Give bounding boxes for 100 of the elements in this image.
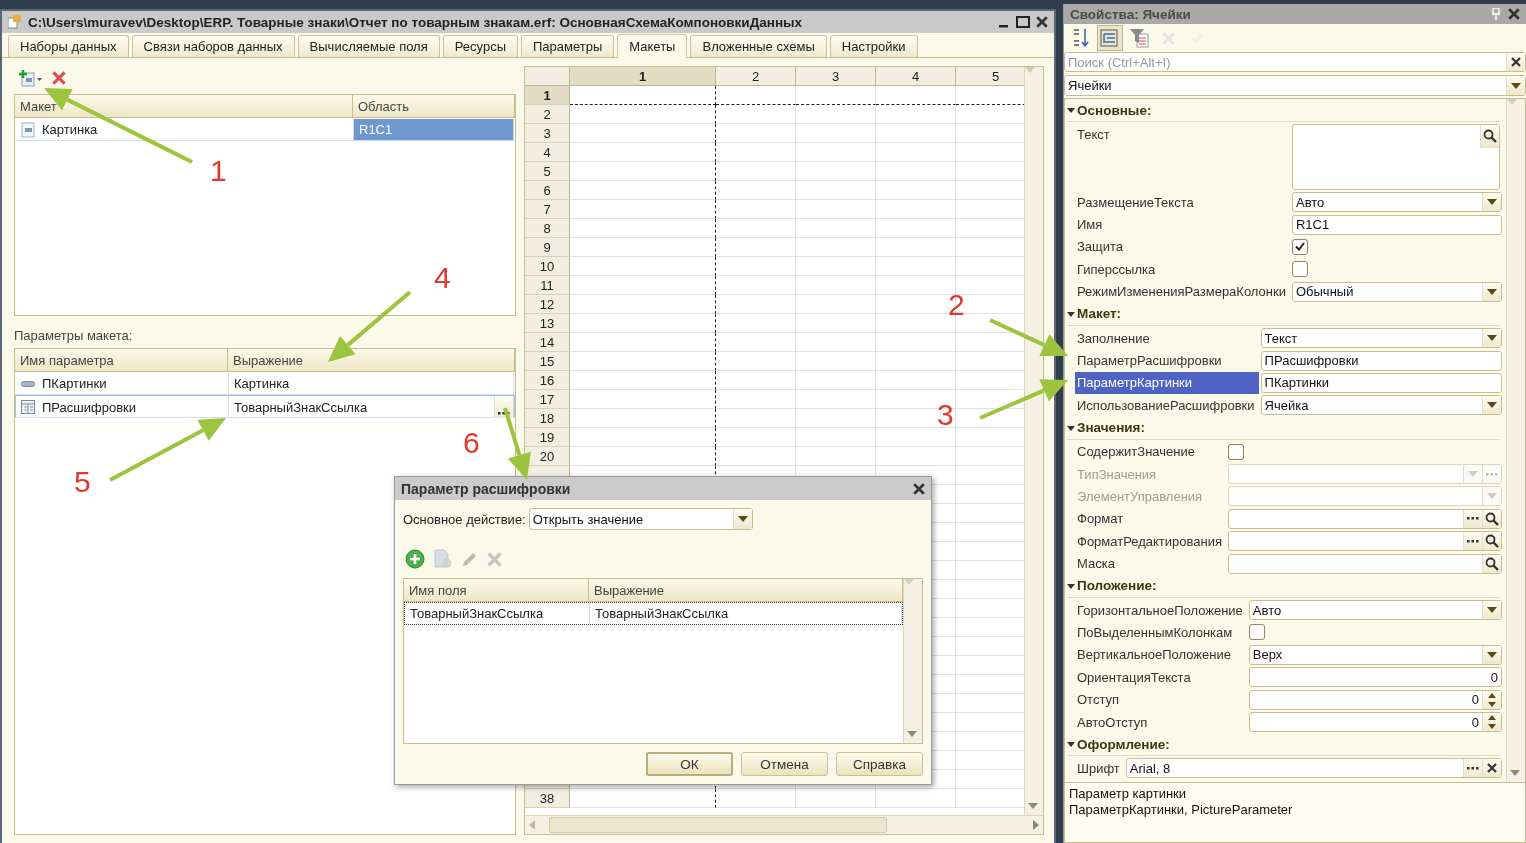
property-label[interactable]: Имя	[1075, 213, 1290, 236]
dialog-button[interactable]: Справка	[836, 752, 923, 776]
text-field[interactable]	[1228, 531, 1502, 552]
close-icon[interactable]	[1508, 8, 1520, 20]
tab[interactable]: Настройки	[829, 35, 918, 57]
select-field[interactable]: Ячейка	[1260, 395, 1502, 416]
clear-icon[interactable]	[1511, 57, 1521, 67]
property-label[interactable]: АвтоОтступ	[1075, 710, 1247, 734]
text-field[interactable]: Arial, 8	[1125, 758, 1502, 779]
property-label[interactable]: ПараметрРасшифровки	[1075, 349, 1259, 372]
select-field[interactable]	[1228, 464, 1502, 485]
spin-icon[interactable]	[1488, 715, 1496, 729]
tab[interactable]: Ресурсы	[442, 35, 518, 57]
close-icon[interactable]	[1036, 16, 1048, 28]
ellipsis-icon[interactable]	[1467, 539, 1479, 543]
tab[interactable]: Вычисляемые поля	[297, 35, 440, 57]
delete-icon[interactable]	[52, 71, 66, 85]
clear-icon[interactable]	[1487, 763, 1497, 774]
table-cell[interactable]: ТоварныйЗнакСсылка	[405, 603, 590, 624]
table-cell[interactable]: ТоварныйЗнакСсылка	[590, 603, 902, 624]
ellipsis-icon[interactable]	[1467, 766, 1479, 770]
property-label[interactable]: ГоризонтальноеПоложение	[1075, 598, 1247, 622]
select-field[interactable]	[1228, 486, 1502, 507]
property-label[interactable]: ФорматРедактирования	[1075, 530, 1227, 553]
table-cell[interactable]: Картинка	[42, 122, 98, 137]
expand-icon[interactable]	[1067, 423, 1075, 432]
select-field[interactable]: Авто	[1291, 192, 1502, 213]
property-label[interactable]: Отступ	[1075, 688, 1247, 711]
search-icon[interactable]	[1485, 534, 1499, 549]
dialog-button[interactable]: ОК	[646, 752, 733, 776]
close-icon[interactable]	[913, 482, 925, 495]
scroll-right-icon[interactable]	[1033, 820, 1039, 830]
checkbox[interactable]	[1291, 261, 1308, 278]
table-cell[interactable]: ПКартинки	[42, 376, 107, 391]
tab[interactable]: Наборы данных	[8, 35, 129, 57]
select-field[interactable]: Открыть значение	[528, 508, 753, 530]
grid-cell[interactable]	[570, 333, 716, 352]
property-label[interactable]: Формат	[1075, 507, 1227, 531]
grid-cell[interactable]	[570, 162, 716, 181]
number-field[interactable]: 0	[1248, 712, 1502, 732]
grid-cell[interactable]	[570, 789, 716, 808]
property-label[interactable]: Заполнение	[1075, 326, 1259, 350]
number-field[interactable]: 0	[1248, 689, 1502, 710]
grid-cell[interactable]	[570, 219, 716, 238]
select-field[interactable]: Верх	[1248, 644, 1502, 665]
grid-cell[interactable]	[570, 86, 716, 105]
property-label[interactable]: ОриентацияТекста	[1075, 666, 1247, 689]
property-label[interactable]: ПоВыделеннымКолонкам	[1075, 621, 1247, 644]
grid-cell[interactable]	[570, 314, 716, 333]
ellipsis-icon[interactable]	[1467, 517, 1479, 521]
maximize-icon[interactable]	[1016, 16, 1030, 28]
checkbox[interactable]	[1291, 238, 1308, 255]
grid-cell[interactable]	[570, 352, 716, 371]
search-icon[interactable]	[1483, 129, 1497, 143]
property-label[interactable]: Шрифт	[1075, 757, 1124, 780]
add-icon[interactable]	[405, 549, 425, 569]
select-field[interactable]: Ячейки	[1064, 75, 1526, 96]
grid-cell[interactable]	[570, 276, 716, 295]
grid-cell[interactable]	[570, 181, 716, 200]
text-field[interactable]	[1228, 553, 1502, 574]
scroll-thumb[interactable]	[549, 817, 887, 833]
table-cell[interactable]: ПРасшифровки	[42, 399, 136, 415]
search-icon[interactable]	[1485, 556, 1499, 571]
select-field[interactable]: Авто	[1248, 600, 1502, 621]
expand-icon[interactable]	[1067, 309, 1075, 318]
spin-icon[interactable]	[1488, 692, 1496, 707]
grid-cell[interactable]	[570, 447, 716, 466]
property-label[interactable]: СодержитЗначение	[1075, 440, 1227, 463]
tab[interactable]: Параметры	[521, 35, 615, 57]
property-label[interactable]: ИспользованиеРасшифровки	[1075, 394, 1259, 417]
grid-cell[interactable]	[570, 105, 716, 124]
grid-cell[interactable]	[570, 371, 716, 390]
checkbox[interactable]	[1228, 443, 1245, 460]
property-label[interactable]: РазмещениеТекста	[1075, 191, 1290, 214]
tab[interactable]: Макеты	[617, 34, 688, 58]
property-label[interactable]: РежимИзмененияРазмераКолонки	[1075, 280, 1290, 303]
scroll-left-icon[interactable]	[529, 820, 535, 830]
grid-cell[interactable]	[570, 390, 716, 409]
property-label[interactable]: ПараметрКартинки	[1075, 371, 1259, 395]
property-label[interactable]: Маска	[1075, 552, 1227, 575]
text-field[interactable]: R1C1	[1291, 214, 1502, 235]
dialog-button[interactable]: Отмена	[741, 752, 828, 776]
table-cell[interactable]: Картинка	[234, 376, 513, 391]
grid-cell[interactable]	[570, 200, 716, 219]
grid-cell[interactable]	[570, 409, 716, 428]
grid-cell[interactable]	[570, 238, 716, 257]
grid-cell[interactable]	[570, 257, 716, 276]
property-label[interactable]: Текст	[1075, 123, 1290, 146]
scroll-down-icon[interactable]	[1510, 770, 1520, 776]
expand-icon[interactable]	[1067, 106, 1075, 114]
expand-icon[interactable]	[1067, 740, 1075, 749]
property-label[interactable]: Гиперссылка	[1075, 258, 1290, 281]
expand-icon[interactable]	[1067, 581, 1075, 590]
text-field[interactable]: ПКартинки	[1260, 372, 1502, 393]
grid-cell[interactable]	[570, 428, 716, 447]
select-field[interactable]: Текст	[1260, 328, 1502, 349]
grid-cell[interactable]	[570, 124, 716, 143]
add-icon[interactable]	[18, 69, 42, 87]
grid-cell[interactable]	[570, 295, 716, 314]
text-field[interactable]	[1228, 508, 1502, 529]
